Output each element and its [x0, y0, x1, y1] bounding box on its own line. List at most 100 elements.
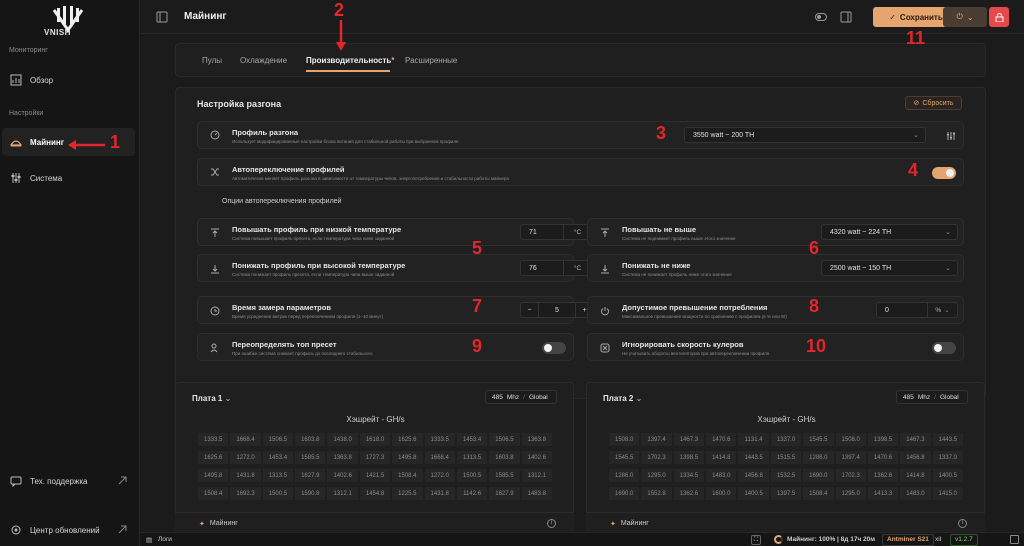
sidebar-item-overview[interactable]: Обзор	[2, 66, 135, 94]
overconsumption-input[interactable]: 0 % ⌄	[876, 302, 958, 318]
autoswitch-title: Автопереключение профилей	[232, 165, 345, 174]
panel-icon[interactable]	[840, 11, 852, 23]
lower-high-row: Понижать профиль при высокой температуре…	[197, 254, 592, 282]
lock-icon	[995, 12, 1003, 22]
hash-cell: 1702.3	[641, 451, 672, 464]
hash-cell: 1453.4	[456, 433, 488, 446]
raise-low-desc: Система повышает профиль пресета, если т…	[232, 236, 395, 241]
ignore-fans-desc: Не учитывать обороты вентиляторов при ав…	[622, 351, 770, 356]
hash-cell: 1495.8	[198, 469, 229, 482]
hash-cell: 1362.6	[673, 487, 705, 500]
power-menu-button[interactable]: ⏻ ⌄	[943, 7, 987, 27]
reset-button[interactable]: ⊘ Сбросить	[905, 96, 962, 110]
hash-cell: 1603.8	[295, 433, 326, 446]
hash-cell: 1532.5	[770, 469, 802, 482]
overconsumption-row: Допустимое превышение потребления Максим…	[587, 296, 964, 324]
ignore-fans-toggle[interactable]	[932, 342, 956, 354]
board-title[interactable]: Плата 2 ⌄	[603, 394, 642, 403]
measure-time-desc: Время усреднения метрик перед переключен…	[232, 314, 384, 319]
tab-pools[interactable]: Пулы	[202, 56, 222, 65]
lower-min-desc: Система не понижает профиль ниже этого з…	[622, 272, 732, 277]
hash-cell: 1508.4	[198, 487, 229, 500]
marker-3: 3	[656, 123, 667, 143]
hash-cell: 1363.8	[327, 451, 358, 464]
board-title[interactable]: Плата 1 ⌄	[192, 394, 231, 403]
overconsumption-value: 0	[885, 306, 889, 314]
tab-cooling[interactable]: Охлаждение	[240, 56, 287, 65]
raise-low-title: Повышать профиль при низкой температуре	[232, 225, 402, 234]
section-title: Настройка разгона	[197, 99, 282, 109]
raise-low-input[interactable]: 71 °C	[520, 224, 592, 240]
hash-cell: 1727.3	[359, 451, 391, 464]
marker-11: 11	[906, 28, 926, 48]
hash-cell: 1131.4	[738, 433, 769, 446]
ignore-fans-row: Игнорировать скорость кулеров Не учитыва…	[587, 333, 964, 361]
lock-button[interactable]	[989, 7, 1009, 27]
fullscreen-icon[interactable]: ⛶	[751, 535, 761, 545]
tab-performance[interactable]: Производительность*	[306, 56, 394, 65]
mining-icon	[10, 140, 22, 147]
override-top-toggle[interactable]	[542, 342, 566, 354]
board-2-footer: ✦ Майнинг i	[586, 512, 985, 534]
sidebar-item-label: Система	[30, 173, 63, 183]
profile-select[interactable]: 3550 watt ~ 200 TH ⌄	[684, 127, 926, 143]
raise-low-row: Повышать профиль при низкой температуре …	[197, 218, 592, 246]
board-freq[interactable]: 485 Mhz / Global	[896, 390, 968, 404]
info-icon[interactable]: i	[547, 519, 556, 528]
hash-cell: 1456.8	[900, 451, 931, 464]
hash-cell: 1585.5	[489, 469, 520, 482]
arrow-down-icon	[601, 265, 609, 274]
lower-min-title: Понижать не ниже	[622, 261, 691, 270]
hash-cell: 1456.8	[738, 469, 769, 482]
hash-cell: 1402.6	[327, 469, 358, 482]
chevron-down-icon: ⌄	[945, 265, 951, 272]
marker-5: 5	[472, 238, 483, 258]
toggle-view-icon[interactable]	[815, 12, 827, 22]
hash-cell: 1225.5	[392, 487, 423, 500]
unit-select[interactable]: % ⌄	[927, 303, 957, 317]
shuffle-icon	[211, 168, 219, 176]
raise-max-select[interactable]: 4320 watt ~ 224 TH ⌄	[821, 224, 958, 240]
sidebar-item-updates[interactable]: Центр обновлений	[2, 516, 135, 544]
sidebar-item-system[interactable]: Система	[2, 164, 135, 192]
marker-8: 8	[809, 296, 820, 316]
sliders-icon	[11, 173, 21, 183]
maximize-icon[interactable]	[1010, 535, 1019, 544]
hash-cell: 1413.3	[867, 487, 899, 500]
hash-cell: 1334.5	[673, 469, 705, 482]
hash-cell: 1545.5	[609, 451, 640, 464]
main-content: Пулы Охлаждение Производительность* Расш…	[140, 34, 1024, 534]
board-freq[interactable]: 485 Mhz / Global	[485, 390, 557, 404]
hash-cell: 1400.5	[932, 469, 963, 482]
hash-cell: 1600.0	[706, 487, 737, 500]
hash-cell: 1363.8	[521, 433, 552, 446]
overconsumption-title: Допустимое превышение потребления	[622, 303, 768, 312]
hash-cell: 1603.8	[489, 451, 520, 464]
board-name: Плата 1	[192, 394, 223, 403]
autoswitch-toggle[interactable]	[932, 167, 956, 179]
lower-min-select[interactable]: 2500 watt ~ 150 TH ⌄	[821, 260, 958, 276]
hash-cell: 1333.5	[424, 433, 455, 446]
lower-high-input[interactable]: 76 °C	[520, 260, 592, 276]
progress-ring-icon	[774, 535, 783, 544]
hash-cell: 1495.8	[392, 451, 423, 464]
save-label: Сохранить	[899, 12, 943, 22]
measure-time-stepper: − 5 +	[520, 302, 592, 318]
external-link-icon	[118, 476, 127, 485]
hash-cell: 1397.4	[641, 433, 672, 446]
marker-1: 1	[110, 132, 121, 152]
hash-grid: 1508.0 1397.4 1467.3 1470.6 1131.4 1337.0 1545…	[609, 433, 965, 500]
lower-high-desc: Система понижает профиль пресета, если т…	[232, 272, 395, 277]
overconsumption-desc: Максимальное превышение мощности по срав…	[622, 314, 787, 319]
logs-link[interactable]: Логи	[158, 536, 172, 543]
sidebar-toggle-icon[interactable]	[156, 11, 168, 23]
sliders-icon[interactable]	[946, 131, 956, 141]
tab-advanced[interactable]: Расширенные	[405, 56, 457, 65]
chevron-down-icon: ⌄	[635, 394, 643, 403]
hash-grid: 1333.5 1668.4 1506.5 1603.8 1438.0 1618.0 1625…	[198, 433, 554, 500]
hash-cell: 1312.1	[521, 469, 552, 482]
measure-time-value[interactable]: 5	[539, 303, 575, 317]
sidebar-item-support[interactable]: Тех. поддержка	[2, 467, 135, 495]
decrement-button[interactable]: −	[521, 303, 539, 317]
info-icon[interactable]: i	[958, 519, 967, 528]
